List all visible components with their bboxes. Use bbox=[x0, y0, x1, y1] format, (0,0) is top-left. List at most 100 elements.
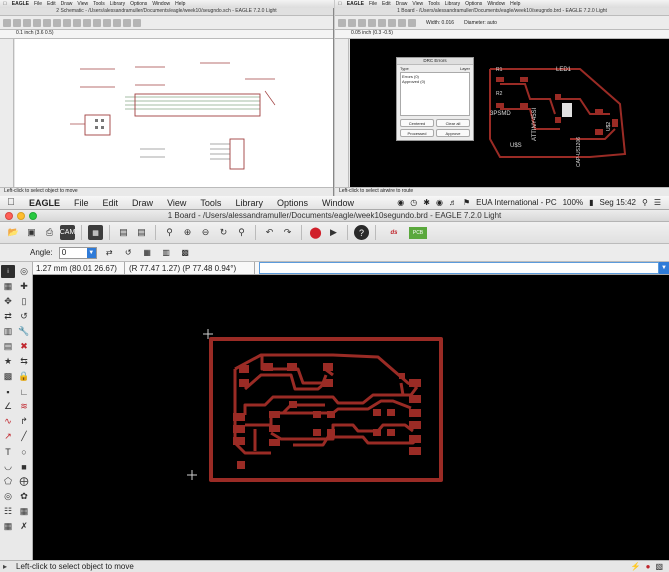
mark-icon[interactable]: ✚ bbox=[17, 280, 31, 293]
notification-center-icon[interactable]: ☰ bbox=[654, 198, 661, 207]
replace-icon[interactable]: ▩ bbox=[1, 370, 15, 383]
errors-icon[interactable]: ✗ bbox=[17, 520, 31, 533]
copy-icon[interactable]: ▯ bbox=[17, 295, 31, 308]
command-history-dropdown-icon[interactable]: ▼ bbox=[659, 262, 669, 274]
mirror-icon[interactable]: ⇄ bbox=[103, 246, 116, 259]
apple-icon[interactable]:  bbox=[0, 197, 22, 208]
stop-icon[interactable]: ⬤ bbox=[308, 225, 323, 240]
minimize-button[interactable] bbox=[17, 212, 25, 220]
go-icon[interactable]: ▶ bbox=[326, 225, 341, 240]
go-status-icon[interactable]: ⚡ bbox=[631, 562, 641, 571]
input-source-label[interactable]: EUA International - PC bbox=[476, 198, 556, 207]
drc-approve-button[interactable]: Approve bbox=[436, 129, 470, 137]
grid-status-icon[interactable]: ▧ bbox=[655, 562, 663, 571]
angle-select[interactable]: 0 ▼ bbox=[58, 246, 97, 259]
drc-centered-button[interactable]: Centered bbox=[400, 119, 434, 127]
undo-icon[interactable]: ↶ bbox=[262, 225, 277, 240]
group-alt-icon[interactable]: ▩ bbox=[179, 246, 192, 259]
menu-library[interactable]: Library bbox=[228, 198, 270, 208]
smash-icon[interactable]: ▪ bbox=[1, 385, 15, 398]
designlink-logo-icon[interactable]: ds bbox=[382, 226, 406, 240]
menu-tools[interactable]: Tools bbox=[193, 198, 228, 208]
script-icon[interactable]: ▤ bbox=[116, 225, 131, 240]
chevron-down-icon[interactable]: ▼ bbox=[86, 247, 96, 258]
delete-icon[interactable]: ✖ bbox=[17, 340, 31, 353]
print-icon[interactable]: ⎙ bbox=[42, 225, 57, 240]
menu-draw[interactable]: Draw bbox=[125, 198, 160, 208]
drc-processed-button[interactable]: Processed bbox=[400, 129, 434, 137]
stop-status-icon[interactable]: ● bbox=[646, 562, 651, 571]
text-icon[interactable]: T bbox=[1, 445, 15, 458]
menu-options[interactable]: Options bbox=[270, 198, 315, 208]
open-icon[interactable]: 📂 bbox=[6, 225, 21, 240]
battery-percent[interactable]: 100% bbox=[563, 198, 583, 207]
optimize-icon[interactable]: ≋ bbox=[17, 400, 31, 413]
mirror-tool-icon[interactable]: ⇄ bbox=[1, 310, 15, 323]
group-tool-icon[interactable]: ▥ bbox=[1, 325, 15, 338]
window-titlebar[interactable]: 1 Board - /Users/alessandramuller/Docume… bbox=[0, 210, 669, 222]
wifi-icon[interactable]: ◉ bbox=[436, 198, 443, 207]
help-icon[interactable]: ? bbox=[354, 225, 369, 240]
input-source-flag-icon[interactable]: ⚑ bbox=[463, 198, 470, 207]
menu-edit[interactable]: Edit bbox=[96, 198, 126, 208]
arc-icon[interactable]: ◡ bbox=[1, 460, 15, 473]
rotate-icon[interactable]: ↺ bbox=[122, 246, 135, 259]
close-button[interactable] bbox=[5, 212, 13, 220]
zoom-in-icon[interactable]: ⊕ bbox=[180, 225, 195, 240]
meander-icon[interactable]: ∿ bbox=[1, 415, 15, 428]
group-icon[interactable]: ▥ bbox=[160, 246, 173, 259]
menu-file[interactable]: File bbox=[67, 198, 96, 208]
board-canvas[interactable] bbox=[33, 275, 669, 560]
clock[interactable]: Seg 15:42 bbox=[599, 198, 635, 207]
command-line-input[interactable] bbox=[259, 262, 659, 274]
wire-icon[interactable]: ╱ bbox=[17, 430, 31, 443]
erc-icon[interactable]: ▦ bbox=[17, 505, 31, 518]
run-ulp-icon[interactable]: ▤ bbox=[134, 225, 149, 240]
save-icon[interactable]: ▣ bbox=[24, 225, 39, 240]
pcb-quote-logo-icon[interactable]: PCB bbox=[409, 226, 427, 239]
paste-icon[interactable]: ▤ bbox=[1, 340, 15, 353]
cam-icon[interactable]: CAM bbox=[60, 225, 75, 240]
autorouter-icon[interactable]: ☷ bbox=[1, 505, 15, 518]
battery-icon[interactable]: ▮ bbox=[589, 198, 593, 207]
display-layers-icon[interactable]: ▦ bbox=[1, 280, 15, 293]
zoom-select-icon[interactable]: ⚲ bbox=[234, 225, 249, 240]
layer-toggle-icon[interactable]: ▦ bbox=[141, 246, 154, 259]
lock-icon[interactable]: 🔒 bbox=[17, 370, 31, 383]
via-icon[interactable]: ⨁ bbox=[17, 475, 31, 488]
zoom-out-icon[interactable]: ⊖ bbox=[198, 225, 213, 240]
drc-icon[interactable]: ▦ bbox=[1, 520, 15, 533]
miter-icon[interactable]: ∟ bbox=[17, 385, 31, 398]
pinswap-icon[interactable]: ⇆ bbox=[17, 355, 31, 368]
menu-window[interactable]: Window bbox=[315, 198, 361, 208]
board-switch-icon[interactable]: ▦ bbox=[88, 225, 103, 240]
circle-icon[interactable]: ○ bbox=[17, 445, 31, 458]
redo-icon[interactable]: ↷ bbox=[280, 225, 295, 240]
drc-list[interactable]: Errors (0) Approved (0) bbox=[400, 72, 470, 116]
menu-view[interactable]: View bbox=[160, 198, 193, 208]
add-icon[interactable]: ★ bbox=[1, 355, 15, 368]
show-icon[interactable]: ◎ bbox=[17, 265, 31, 278]
volume-icon[interactable]: ♬ bbox=[449, 198, 457, 207]
spotlight-search-icon[interactable]: ⚲ bbox=[642, 198, 648, 207]
route-icon[interactable]: ↱ bbox=[17, 415, 31, 428]
polygon-icon[interactable]: ⬠ bbox=[1, 475, 15, 488]
timemachine-icon[interactable]: ◷ bbox=[410, 198, 417, 207]
drc-clear-all-button[interactable]: Clear all bbox=[436, 119, 470, 127]
zoom-button[interactable] bbox=[29, 212, 37, 220]
rotate-tool-icon[interactable]: ↺ bbox=[17, 310, 31, 323]
rect-icon[interactable]: ■ bbox=[17, 460, 31, 473]
bluetooth-icon[interactable]: ✱ bbox=[423, 198, 430, 207]
ratsnest-icon[interactable]: ✿ bbox=[17, 490, 31, 503]
redraw-icon[interactable]: ↻ bbox=[216, 225, 231, 240]
menu-app-eagle[interactable]: EAGLE bbox=[22, 198, 67, 208]
split-icon[interactable]: ∠ bbox=[1, 400, 15, 413]
zoom-fit-icon[interactable]: ⚲ bbox=[162, 225, 177, 240]
change-icon[interactable]: 🔧 bbox=[17, 325, 31, 338]
ripup-icon[interactable]: ↗ bbox=[1, 430, 15, 443]
hole-icon[interactable]: ◎ bbox=[1, 490, 15, 503]
info-icon[interactable]: i bbox=[1, 265, 15, 278]
dropbox-icon[interactable]: ◉ bbox=[397, 198, 404, 207]
drc-approved-item[interactable]: Approved (0) bbox=[402, 79, 468, 84]
move-icon[interactable]: ✥ bbox=[1, 295, 15, 308]
